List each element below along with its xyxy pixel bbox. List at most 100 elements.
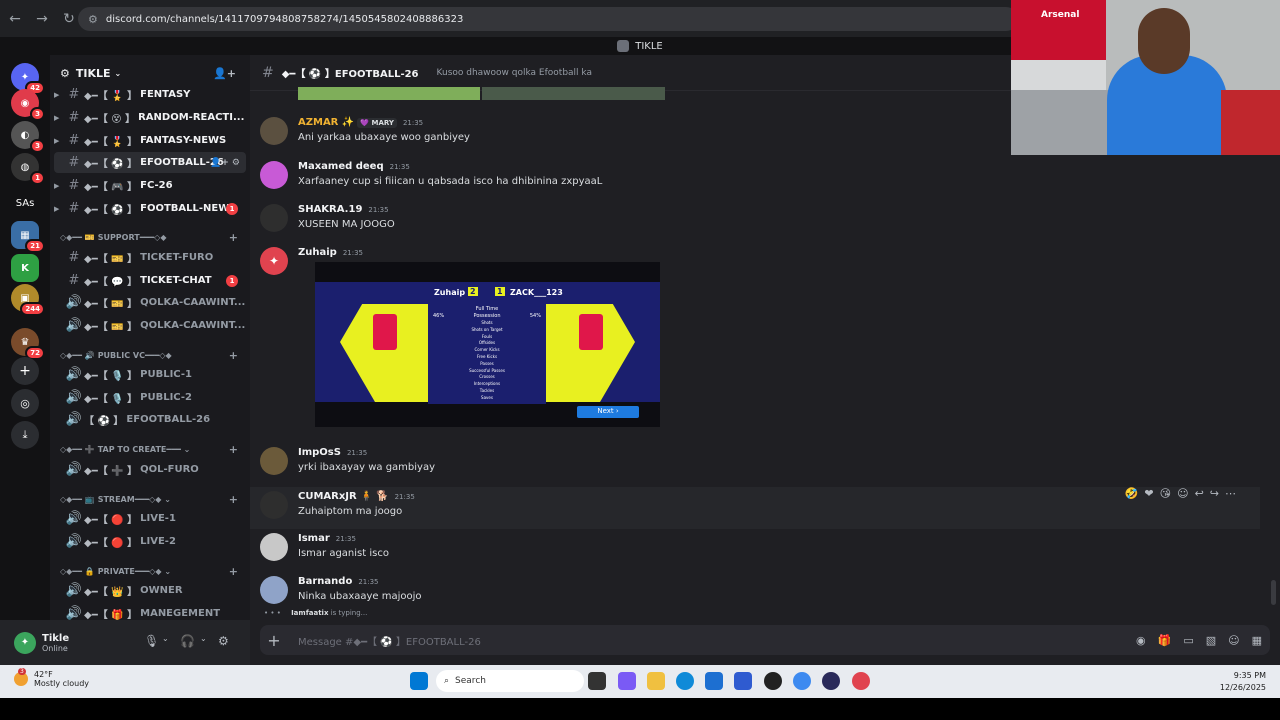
back-icon[interactable]: ← xyxy=(3,7,27,31)
invite-member-icon[interactable]: 👤+ xyxy=(213,67,236,80)
add-channel-icon[interactable]: + xyxy=(229,493,238,506)
gift-icon[interactable]: 🎁 xyxy=(1158,634,1172,647)
reply-icon[interactable]: ↩ xyxy=(1195,487,1204,500)
voice-channel-item[interactable]: 🔊 【 ⚽ 】 EFOOTBALL-26 xyxy=(54,409,246,430)
copilot-icon[interactable] xyxy=(618,672,636,690)
chrome-profile-icon[interactable] xyxy=(852,672,870,690)
voice-channel-item[interactable]: 🔊 ◆━【 🎫 】 QOLKA-CAAWINT... xyxy=(54,292,246,313)
chevron-down-icon[interactable]: ⌄ xyxy=(200,634,207,643)
attach-plus-icon[interactable]: + xyxy=(260,631,288,650)
next-button[interactable]: Next › xyxy=(577,407,639,415)
discord-icon[interactable]: ✦ xyxy=(260,247,288,275)
previous-image[interactable] xyxy=(482,87,665,100)
sticker-icon[interactable]: ▧ xyxy=(1206,634,1216,647)
server-icon[interactable]: ♛ 72 xyxy=(11,328,45,360)
server-kick-icon[interactable]: K xyxy=(11,254,39,282)
nitro-icon[interactable]: ◉ xyxy=(1136,634,1146,647)
voice-channel-item[interactable]: 🔊 ◆━【 🎁 】 MANEGEMENT xyxy=(54,603,246,620)
channel-item[interactable]: ▶ # ◆━【 ⚽ 】 FOOTBALL-NEWS 1 xyxy=(54,198,246,219)
user-info[interactable]: Tikle Online xyxy=(42,633,69,653)
avatar[interactable] xyxy=(260,204,288,232)
server-icon[interactable]: ▦ 21 xyxy=(11,221,45,253)
edge-icon[interactable] xyxy=(676,672,694,690)
microphone-icon[interactable]: 🎙 xyxy=(144,634,159,648)
message-author[interactable]: AZMAR ✨ 💜 MARY 21:35 xyxy=(298,117,423,128)
apps-icon[interactable]: ▦ xyxy=(1252,634,1262,647)
message-author[interactable]: CUMARxJR 🧍 🐕 21:35 xyxy=(298,491,415,502)
voice-channel-item[interactable]: 🔊 ◆━【 ➕ 】 QOL-FURO xyxy=(54,459,246,480)
reaction-wink-icon[interactable]: 😘 xyxy=(1160,487,1171,500)
gif-icon[interactable]: ▭ xyxy=(1183,634,1193,647)
server-sas[interactable]: SAs xyxy=(11,189,39,217)
chrome-icon[interactable] xyxy=(793,672,811,690)
server-icon[interactable]: ◉ 3 xyxy=(11,89,45,121)
category-tap-to-create[interactable]: ◇◆━━ ➕ TAP TO CREATE ━━━ ⌄ + xyxy=(60,443,244,456)
task-view-icon[interactable] xyxy=(588,672,606,690)
avatar[interactable] xyxy=(260,576,288,604)
message-author[interactable]: Zuhaip 21:35 xyxy=(298,247,363,258)
message-author[interactable]: ImpOsS 21:35 xyxy=(298,447,367,458)
forward-icon[interactable]: ↪ xyxy=(1210,487,1219,500)
message-input[interactable]: Message #◆━【 ⚽ 】EFOOTBALL-26 xyxy=(298,633,481,648)
channel-settings-icon[interactable]: 👤+ ⚙ xyxy=(210,158,240,168)
address-bar[interactable]: ⚙ discord.com/channels/14117097948087582… xyxy=(78,7,1018,31)
avatar[interactable] xyxy=(260,491,288,519)
reaction-laugh-icon[interactable]: 🤣 xyxy=(1125,487,1139,500)
voice-channel-item[interactable]: 🔊 ◆━【 👑 】 OWNER xyxy=(54,580,246,601)
reaction-heart-icon[interactable]: ❤ xyxy=(1144,487,1153,500)
windows-start-icon[interactable] xyxy=(410,672,428,690)
server-icon[interactable]: ◍ 1 xyxy=(11,153,45,185)
channel-item[interactable]: # ◆━【 💬 】 TICKET-CHAT 1 xyxy=(54,270,246,291)
discord-home-icon[interactable]: ✦ 42 xyxy=(11,63,45,95)
channel-item[interactable]: ▶ # ◆━【 🎖️ 】 FANTASY-NEWS xyxy=(54,130,246,151)
headphones-icon[interactable]: 🎧 xyxy=(180,634,195,648)
store-icon[interactable] xyxy=(705,672,723,690)
channel-topic[interactable]: Kusoo dhawoow qolka Efootball ka xyxy=(437,68,592,78)
site-info-icon[interactable]: ⚙ xyxy=(88,13,98,26)
scrollbar-thumb[interactable] xyxy=(1271,580,1276,605)
weather-widget[interactable]: 3 42°F Mostly cloudy xyxy=(14,668,89,688)
app-icon[interactable] xyxy=(764,672,782,690)
category-support[interactable]: ◇◆━━ 🎫 SUPPORT ━━━◇◆ + xyxy=(60,231,244,244)
avatar[interactable]: ✦ xyxy=(14,631,36,654)
add-reaction-icon[interactable]: ☺ xyxy=(1177,487,1188,500)
message-author[interactable]: Ismar 21:35 xyxy=(298,533,356,544)
avatar[interactable] xyxy=(260,533,288,561)
file-explorer-icon[interactable] xyxy=(647,672,665,690)
category-public-vc[interactable]: ◇◆━━ 🔊 PUBLIC VC ━━━◇◆ + xyxy=(60,349,244,362)
channel-item[interactable]: ▶ # ◆━【 🎮 】 FC-26 xyxy=(54,175,246,196)
more-options-icon[interactable]: ⋯ xyxy=(1225,487,1236,500)
server-icon[interactable]: ◐ 3 xyxy=(11,121,45,153)
channel-item-active[interactable]: # ◆━【 ⚽ 】 EFOOTBALL-26 👤+ ⚙ xyxy=(54,152,246,173)
channel-item[interactable]: ▶ # ◆━【 🎖️ 】 FENTASY xyxy=(54,84,246,105)
previous-image[interactable] xyxy=(298,87,480,100)
add-channel-icon[interactable]: + xyxy=(229,349,238,362)
category-stream[interactable]: ◇◆━━ 📺 STREAM ━━━◇◆ ⌄ + xyxy=(60,493,244,506)
emoji-icon[interactable]: ☺ xyxy=(1228,634,1239,647)
avatar[interactable] xyxy=(260,161,288,189)
add-channel-icon[interactable]: + xyxy=(229,231,238,244)
user-settings-icon[interactable]: ⚙ xyxy=(218,634,229,648)
match-result-image[interactable]: Zuhaip 2 1 ZACK___123 Full Time 46% Poss… xyxy=(315,262,660,427)
message-author[interactable]: Maxamed deeq 21:35 xyxy=(298,161,410,172)
system-clock[interactable]: 9:35 PM 12/26/2025 xyxy=(1220,670,1266,694)
outlook-icon[interactable] xyxy=(734,672,752,690)
voice-channel-item[interactable]: 🔊 ◆━【 🎙️ 】 PUBLIC-1 xyxy=(54,364,246,385)
add-channel-icon[interactable]: + xyxy=(229,443,238,456)
voice-channel-item[interactable]: 🔊 ◆━【 🎙️ 】 PUBLIC-2 xyxy=(54,387,246,408)
taskbar-search[interactable]: ⌕ Search xyxy=(436,670,584,692)
voice-channel-item[interactable]: 🔊 ◆━【 🔴 】 LIVE-2 xyxy=(54,531,246,552)
download-icon[interactable]: ⤓ xyxy=(11,421,39,449)
avatar[interactable] xyxy=(260,447,288,475)
channel-item[interactable]: ▶ # ◆━【 😵 】 RANDOM-REACTI... xyxy=(54,107,246,128)
voice-channel-item[interactable]: 🔊 ◆━【 🔴 】 LIVE-1 xyxy=(54,508,246,529)
avatar[interactable] xyxy=(260,117,288,145)
channel-item[interactable]: # ◆━【 🎫 】 TICKET-FURO xyxy=(54,247,246,268)
add-channel-icon[interactable]: + xyxy=(229,565,238,578)
message-author[interactable]: SHAKRA.19 21:35 xyxy=(298,204,389,215)
voice-channel-item[interactable]: 🔊 ◆━【 🎫 】 QOLKA-CAAWINT... xyxy=(54,315,246,336)
category-private[interactable]: ◇◆━━ 🔒 PRIVATE ━━━◇◆ ⌄ + xyxy=(60,565,244,578)
server-icon[interactable]: ▣ 244 xyxy=(11,284,45,316)
obs-icon[interactable] xyxy=(822,672,840,690)
discover-icon[interactable]: ◎ xyxy=(11,389,39,417)
